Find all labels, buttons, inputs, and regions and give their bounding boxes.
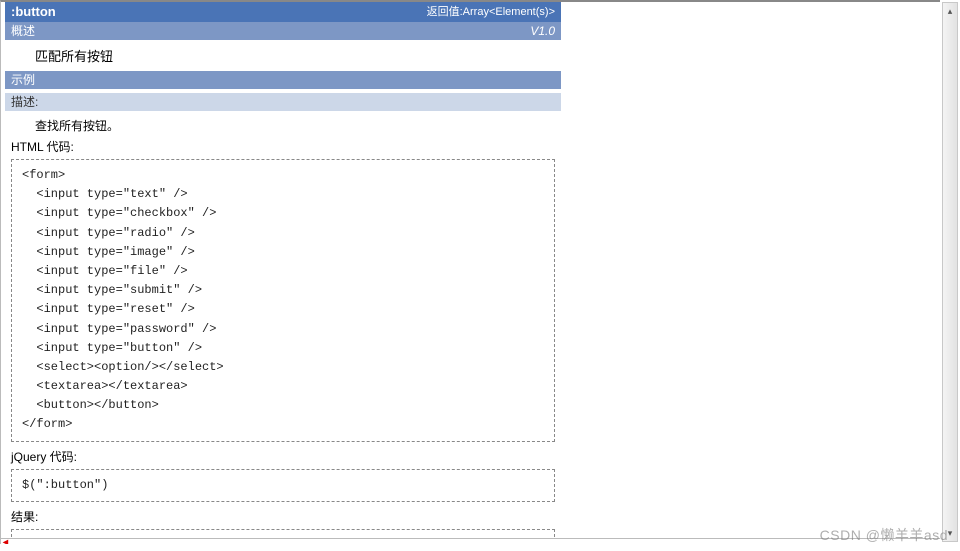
description-bar-label: 描述:	[11, 95, 38, 109]
html-code-block: <form> <input type="text" /> <input type…	[11, 159, 555, 442]
document-viewport: :button 返回值:Array<Element(s)> 概述 V1.0 匹配…	[0, 0, 940, 544]
version-label: V1.0	[530, 22, 555, 40]
jquery-code-label: jQuery 代码:	[11, 448, 561, 465]
result-label: 结果:	[11, 508, 561, 525]
description-bar: 描述:	[5, 93, 561, 111]
api-title-bar: :button 返回值:Array<Element(s)>	[5, 2, 561, 22]
example-bar: 示例	[5, 71, 561, 89]
jquery-code-block: $(":button")	[11, 469, 555, 502]
doc-content: :button 返回值:Array<Element(s)> 概述 V1.0 匹配…	[5, 2, 561, 544]
description-text: 查找所有按钮。	[35, 117, 561, 134]
api-name: :button	[11, 2, 56, 22]
scrollbar-track[interactable]	[943, 19, 957, 525]
api-return-value: 返回值:Array<Element(s)>	[427, 2, 555, 22]
scroll-down-arrow-icon[interactable]: ▾	[943, 525, 957, 541]
overview-bar: 概述 V1.0	[5, 22, 561, 40]
overview-bar-label: 概述	[11, 22, 35, 40]
horizontal-scrollbar[interactable]: ◂	[1, 538, 940, 544]
overview-text: 匹配所有按钮	[5, 40, 561, 71]
scroll-up-arrow-icon[interactable]: ▴	[943, 3, 957, 19]
example-bar-label: 示例	[11, 71, 35, 89]
html-code-label: HTML 代码:	[11, 138, 561, 155]
scroll-left-arrow-icon[interactable]: ◂	[3, 537, 8, 544]
vertical-scrollbar[interactable]: ▴ ▾	[942, 2, 958, 542]
